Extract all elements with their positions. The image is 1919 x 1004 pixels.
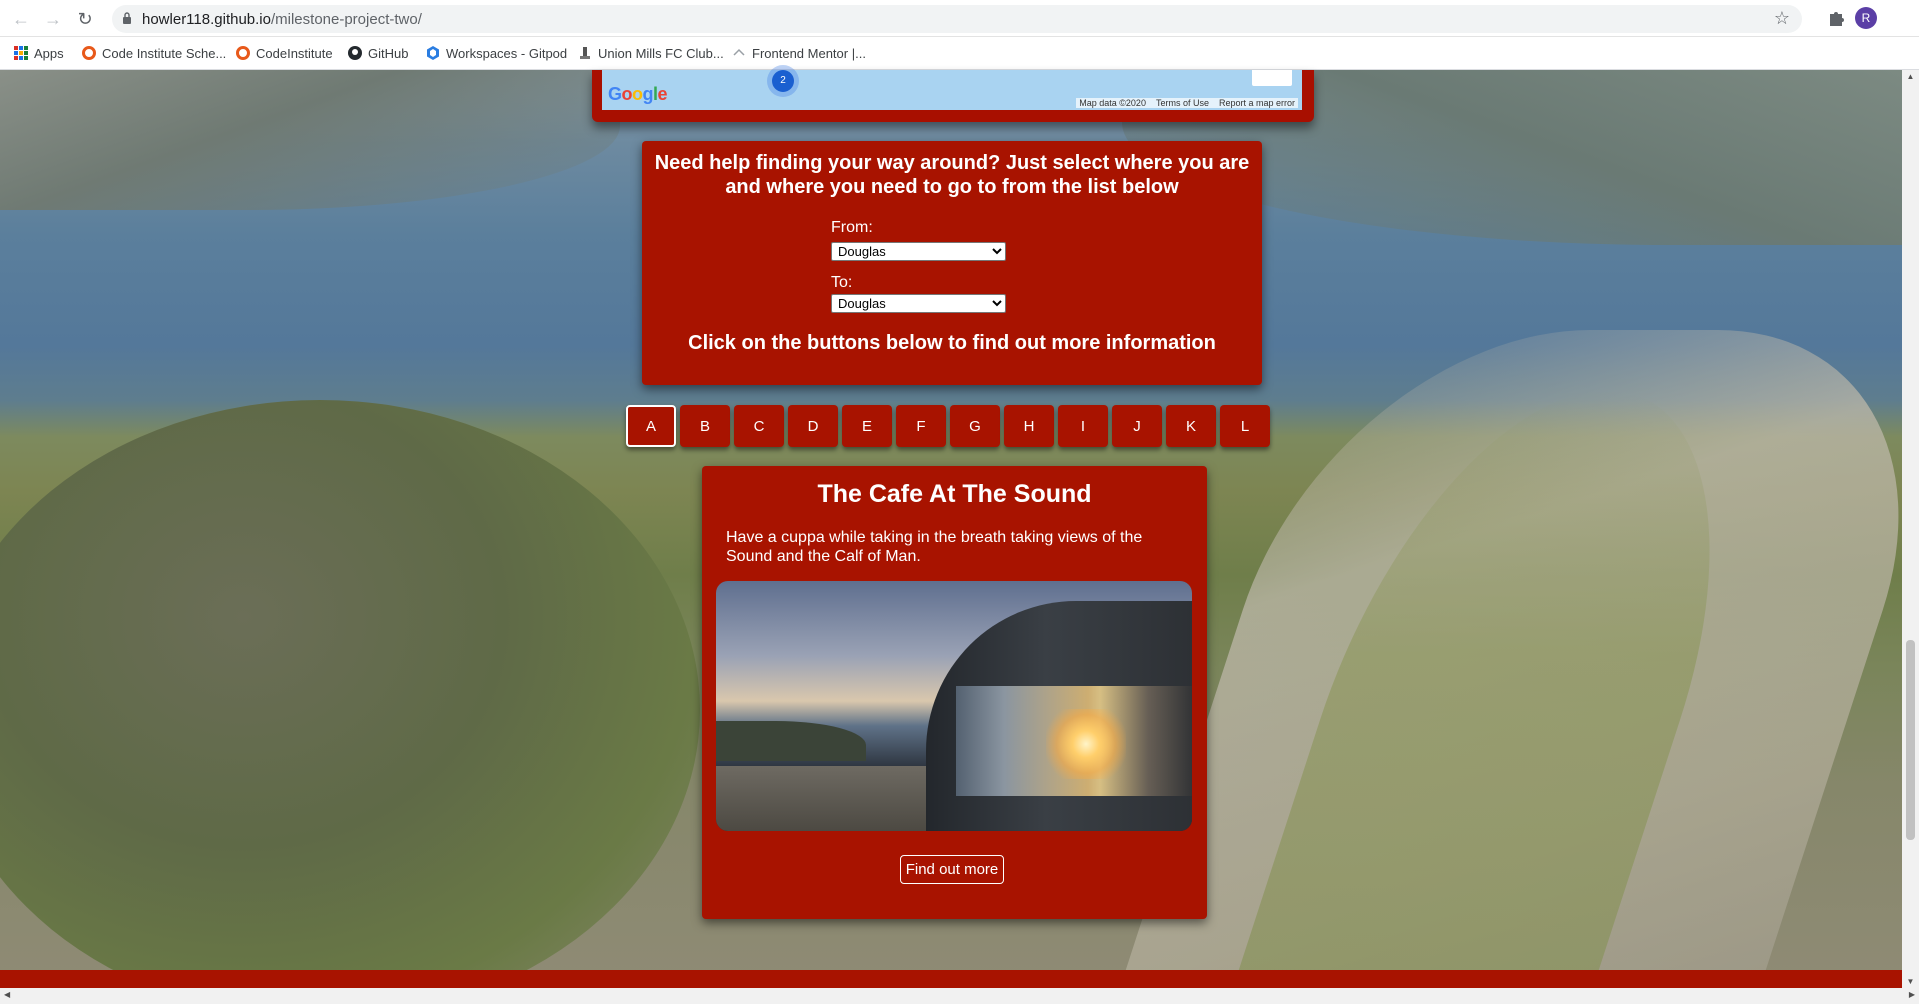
bookmark-frontend-mentor[interactable]: Frontend Mentor |... bbox=[732, 44, 866, 62]
bookmark-gitpod[interactable]: Workspaces - Gitpod bbox=[426, 44, 567, 62]
letter-button-c[interactable]: C bbox=[734, 405, 784, 447]
vertical-scroll-thumb[interactable] bbox=[1906, 640, 1915, 840]
letter-button-j[interactable]: J bbox=[1112, 405, 1162, 447]
bookmark-code-institute-schedule[interactable]: Code Institute Sche... bbox=[82, 44, 226, 62]
from-label: From: bbox=[831, 219, 873, 236]
profile-avatar[interactable]: R bbox=[1855, 7, 1877, 29]
to-select[interactable]: Douglas bbox=[831, 294, 1006, 313]
bookmarks-bar: Apps Code Institute Sche... CodeInstitut… bbox=[0, 37, 1919, 70]
forward-arrow-icon[interactable]: → bbox=[42, 8, 64, 30]
map-marker-cluster[interactable]: 2 bbox=[772, 70, 794, 92]
letter-button-h[interactable]: H bbox=[1004, 405, 1054, 447]
bookmark-codeinstitute[interactable]: CodeInstitute bbox=[236, 44, 333, 62]
place-letter-buttons: A B C D E F G H I J K L bbox=[626, 405, 1270, 449]
scroll-up-icon[interactable]: ▲ bbox=[1905, 72, 1916, 81]
footer-bar bbox=[0, 970, 1902, 988]
directions-info-text: Click on the buttons below to find out m… bbox=[688, 332, 1216, 354]
place-card: The Cafe At The Sound Have a cuppa while… bbox=[702, 466, 1207, 919]
find-out-more-button[interactable]: Find out more bbox=[900, 855, 1004, 884]
url-path: /milestone-project-two/ bbox=[270, 11, 422, 28]
extensions-puzzle-icon[interactable] bbox=[1826, 8, 1846, 28]
bookmark-github[interactable]: GitHub bbox=[348, 44, 408, 62]
photo-headland bbox=[716, 721, 866, 761]
bookmark-apps[interactable]: Apps bbox=[14, 44, 64, 62]
directions-heading: Need help finding your way around? Just … bbox=[654, 152, 1250, 198]
letter-button-i[interactable]: I bbox=[1058, 405, 1108, 447]
lock-icon bbox=[123, 12, 131, 24]
bookmark-label: Frontend Mentor |... bbox=[752, 45, 866, 61]
place-description: Have a cuppa while taking in the breath … bbox=[726, 529, 1143, 565]
place-photo bbox=[716, 581, 1192, 831]
background-cliff-left bbox=[0, 70, 620, 210]
bookmark-label: Union Mills FC Club... bbox=[598, 45, 724, 61]
google-logo: Google bbox=[608, 84, 668, 104]
letter-button-g[interactable]: G bbox=[950, 405, 1000, 447]
background-heather-hill bbox=[0, 400, 700, 988]
back-arrow-icon[interactable]: ← bbox=[10, 8, 32, 30]
from-select[interactable]: Douglas bbox=[831, 242, 1006, 261]
bookmark-label: Apps bbox=[34, 45, 64, 61]
report-map-error-link[interactable]: Report a map error bbox=[1219, 98, 1295, 108]
browser-toolbar: ← → ↻ howler118.github.io/milestone-proj… bbox=[0, 0, 1919, 37]
bookmark-label: Workspaces - Gitpod bbox=[446, 45, 568, 61]
bookmark-label: Code Institute Sche... bbox=[102, 45, 227, 61]
letter-button-a[interactable]: A bbox=[626, 405, 676, 447]
scroll-left-icon[interactable]: ◀ bbox=[4, 990, 10, 999]
map-container: Google 2 Map data ©2020 Terms of Use Rep… bbox=[592, 70, 1314, 122]
frontend-mentor-icon bbox=[733, 48, 745, 56]
horizontal-scrollbar[interactable]: ◀ ▶ bbox=[0, 988, 1919, 1004]
letter-button-d[interactable]: D bbox=[788, 405, 838, 447]
letter-button-f[interactable]: F bbox=[896, 405, 946, 447]
letter-button-l[interactable]: L bbox=[1220, 405, 1270, 447]
bookmark-label: GitHub bbox=[368, 45, 409, 61]
url-host: howler118.github.io bbox=[142, 11, 271, 28]
google-map[interactable]: Google 2 Map data ©2020 Terms of Use Rep… bbox=[602, 70, 1302, 110]
place-title: The Cafe At The Sound bbox=[817, 480, 1092, 508]
map-attribution: Map data ©2020 Terms of Use Report a map… bbox=[1076, 98, 1298, 108]
directions-panel: Need help finding your way around? Just … bbox=[642, 141, 1262, 385]
bookmark-label: CodeInstitute bbox=[256, 45, 333, 61]
code-institute-icon bbox=[82, 46, 96, 60]
bookmark-union-mills[interactable]: Union Mills FC Club... bbox=[578, 44, 724, 62]
code-institute-icon bbox=[236, 46, 250, 60]
bookmark-star-icon[interactable]: ☆ bbox=[1774, 8, 1790, 29]
url-text: howler118.github.io/milestone-project-tw… bbox=[142, 11, 422, 28]
map-control[interactable] bbox=[1252, 70, 1292, 86]
letter-button-e[interactable]: E bbox=[842, 405, 892, 447]
terms-of-use-link[interactable]: Terms of Use bbox=[1156, 98, 1209, 108]
map-data-text: Map data ©2020 bbox=[1079, 98, 1146, 108]
reload-icon[interactable]: ↻ bbox=[74, 8, 96, 30]
apps-grid-icon bbox=[14, 46, 28, 60]
letter-button-k[interactable]: K bbox=[1166, 405, 1216, 447]
club-icon bbox=[580, 47, 590, 59]
photo-sunset bbox=[1046, 709, 1126, 779]
scroll-right-icon[interactable]: ▶ bbox=[1909, 990, 1915, 999]
scroll-down-icon[interactable]: ▼ bbox=[1905, 977, 1916, 986]
vertical-scrollbar[interactable]: ▲ ▼ bbox=[1902, 70, 1919, 988]
to-label: To: bbox=[831, 274, 853, 291]
github-icon bbox=[348, 46, 362, 60]
address-bar[interactable]: howler118.github.io/milestone-project-tw… bbox=[112, 5, 1802, 33]
letter-button-b[interactable]: B bbox=[680, 405, 730, 447]
gitpod-icon bbox=[427, 46, 439, 60]
